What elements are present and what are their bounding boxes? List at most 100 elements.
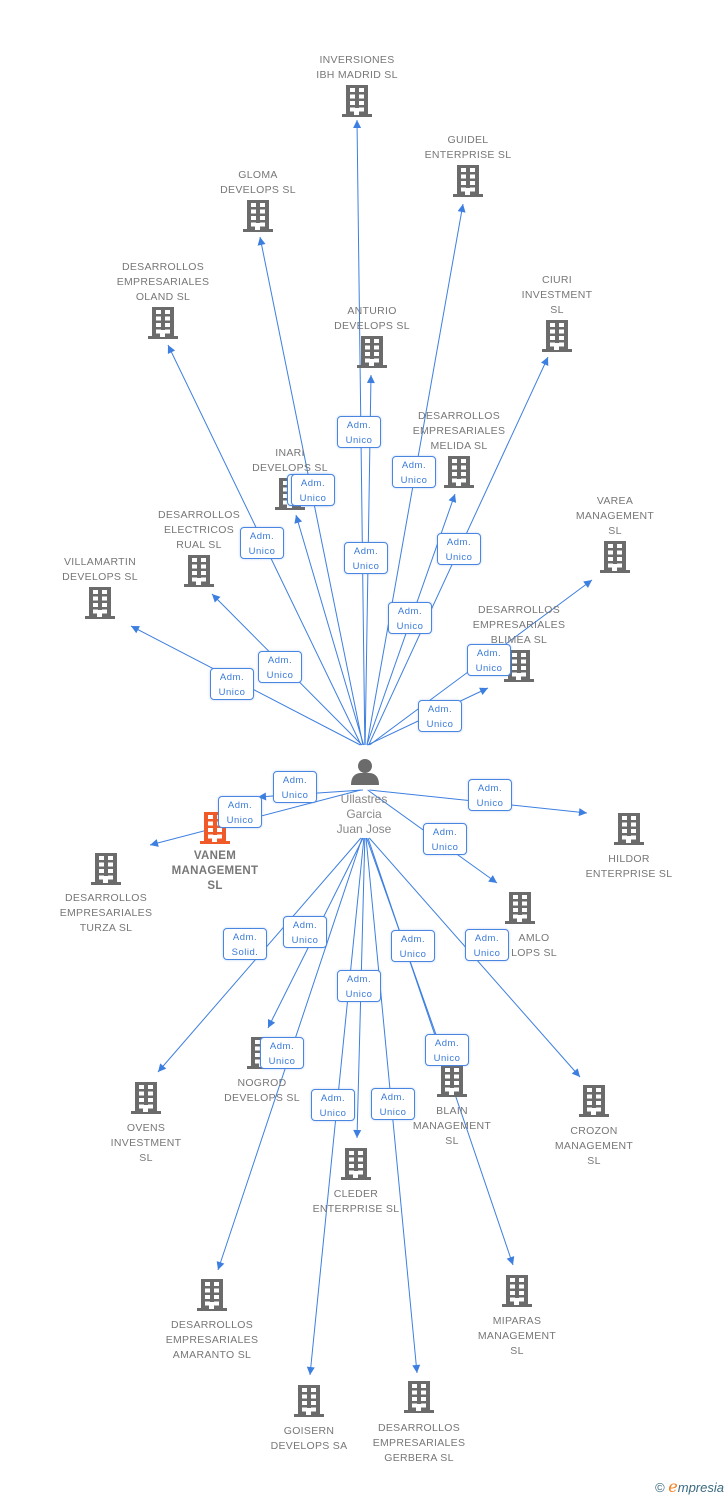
building-icon[interactable] — [600, 541, 630, 573]
role-badge[interactable]: Adm. Unico — [311, 1089, 355, 1121]
person-icon[interactable] — [351, 759, 379, 785]
role-badge[interactable]: Adm. Unico — [468, 779, 512, 811]
role-badge[interactable]: Adm. Unico — [423, 823, 467, 855]
role-badge[interactable]: Adm. Unico — [371, 1088, 415, 1120]
building-icon[interactable] — [502, 1275, 532, 1307]
company-label[interactable]: VANEM MANAGEMENT SL — [172, 849, 259, 894]
company-label[interactable]: DESARROLLOS ELECTRICOS RUAL SL — [158, 508, 240, 553]
role-badge[interactable]: Adm. Unico — [291, 474, 335, 506]
company-label[interactable]: ANTURIO DEVELOPS SL — [334, 304, 410, 334]
company-label[interactable]: DESARROLLOS EMPRESARIALES TURZA SL — [60, 891, 153, 936]
company-label[interactable]: GUIDEL ENTERPRISE SL — [425, 133, 512, 163]
building-icon[interactable] — [243, 200, 273, 232]
role-line: Unico — [345, 435, 373, 446]
company-label[interactable]: DESARROLLOS EMPRESARIALES MELIDA SL — [413, 409, 506, 454]
company-label[interactable]: CLEDER ENTERPRISE SL — [313, 1187, 400, 1217]
company-label[interactable]: DESARROLLOS EMPRESARIALES BLIMEA SL — [473, 603, 566, 648]
role-badge[interactable]: Adm. Unico — [283, 916, 327, 948]
role-badge[interactable]: Adm. Unico — [260, 1037, 304, 1069]
role-line: Unico — [426, 719, 454, 730]
company-label[interactable]: NOGROD DEVELOPS SL — [224, 1076, 300, 1106]
role-line: Solid. — [231, 947, 259, 958]
company-label-line: DEVELOPS SL — [334, 320, 410, 332]
role-line: Adm. — [427, 704, 453, 715]
role-badge[interactable]: Adm. Unico — [337, 416, 381, 448]
company-label[interactable]: INVERSIONES IBH MADRID SL — [316, 53, 398, 83]
role-line: Adm. — [474, 933, 500, 944]
role-badge[interactable]: Adm. Unico — [418, 700, 462, 732]
building-icon[interactable] — [437, 1065, 467, 1097]
company-label-line: GOISERN — [283, 1425, 335, 1437]
building-icon[interactable] — [404, 1381, 434, 1413]
role-line: Adm. — [446, 537, 472, 548]
company-label[interactable]: BLAIN MANAGEMENT SL — [413, 1104, 491, 1149]
role-badge[interactable]: Adm. Unico — [425, 1034, 469, 1066]
building-icon[interactable] — [342, 85, 372, 117]
building-icon[interactable] — [505, 892, 535, 924]
role-line: Adm. — [476, 648, 502, 659]
building-icon[interactable] — [197, 1279, 227, 1311]
company-label[interactable]: GLOMA DEVELOPS SL — [220, 168, 296, 198]
role-line: Adm. — [282, 775, 308, 786]
company-label[interactable]: DESARROLLOS EMPRESARIALES OLAND SL — [117, 260, 210, 305]
company-label[interactable]: OVENS INVESTMENT SL — [111, 1121, 182, 1166]
building-icon[interactable] — [341, 1148, 371, 1180]
role-line: Unico — [218, 687, 246, 698]
role-line: Unico — [248, 546, 276, 557]
building-icon[interactable] — [294, 1385, 324, 1417]
role-line: Unico — [281, 790, 309, 801]
role-line: Adm. — [353, 546, 379, 557]
company-label[interactable]: INARI DEVELOPS SL — [252, 446, 328, 476]
company-label[interactable]: HILDOR ENTERPRISE SL — [586, 852, 673, 882]
building-icon[interactable] — [91, 853, 121, 885]
role-badge[interactable]: Adm. Unico — [465, 929, 509, 961]
company-label-line: CROZON — [570, 1125, 618, 1137]
company-label-line: SL — [139, 1152, 153, 1164]
role-badge[interactable]: Adm. Unico — [392, 456, 436, 488]
center-person-label[interactable]: Ullastres Garcia Juan Jose — [337, 792, 392, 837]
company-label-line: AMARANTO SL — [172, 1349, 252, 1361]
company-label[interactable]: CROZON MANAGEMENT SL — [555, 1124, 633, 1169]
company-label[interactable]: VAREA MANAGEMENT SL — [576, 494, 654, 539]
role-badge[interactable]: Adm. Unico — [210, 668, 254, 700]
company-label[interactable]: DESARROLLOS EMPRESARIALES AMARANTO SL — [166, 1318, 259, 1363]
role-badge[interactable]: Adm. Unico — [388, 602, 432, 634]
company-label[interactable]: GOISERN DEVELOPS SA — [271, 1424, 348, 1454]
company-label[interactable]: VILLAMARTIN DEVELOPS SL — [62, 555, 138, 585]
arrow-head — [488, 875, 497, 883]
building-icon[interactable] — [579, 1085, 609, 1117]
building-icon[interactable] — [148, 307, 178, 339]
company-label[interactable]: MIPARAS MANAGEMENT SL — [478, 1314, 556, 1359]
role-badge[interactable]: Adm. Unico — [391, 930, 435, 962]
company-label-line: DESARROLLOS — [170, 1319, 254, 1331]
company-label-line: DEVELOPS SL — [62, 571, 138, 583]
role-badge[interactable]: Adm. Unico — [337, 970, 381, 1002]
company-label[interactable]: DESARROLLOS EMPRESARIALES GERBERA SL — [373, 1421, 466, 1466]
company-label-line: DESARROLLOS — [64, 892, 148, 904]
role-badge[interactable]: Adm. Unico — [437, 533, 481, 565]
role-badge[interactable]: Adm. Unico — [258, 651, 302, 683]
company-label-line: CIURI — [541, 274, 573, 286]
building-icon[interactable] — [85, 587, 115, 619]
building-icon[interactable] — [444, 456, 474, 488]
role-badge[interactable]: Adm. Unico — [240, 527, 284, 559]
building-icon[interactable] — [453, 165, 483, 197]
building-icon[interactable] — [184, 555, 214, 587]
role-badge[interactable]: Adm. Solid. — [223, 928, 267, 960]
role-badge[interactable]: Adm. Unico — [218, 796, 262, 828]
building-icon[interactable] — [614, 813, 644, 845]
company-label[interactable]: CIURI INVESTMENT SL — [522, 273, 593, 318]
company-label-line: EMPRESARIALES — [472, 619, 566, 631]
building-icon[interactable] — [357, 336, 387, 368]
building-icon[interactable] — [131, 1082, 161, 1114]
building-icon[interactable] — [542, 320, 572, 352]
role-badge[interactable]: Adm. Unico — [273, 771, 317, 803]
role-line: Adm. — [397, 606, 423, 617]
company-label-line: INVESTMENT — [110, 1137, 182, 1149]
role-badge[interactable]: Adm. Unico — [467, 644, 511, 676]
person-name-line: Ullastres — [340, 792, 388, 806]
company-label[interactable]: AMLO LOPS SL — [511, 931, 557, 961]
company-label-line: DEVELOPS SL — [220, 184, 296, 196]
role-line: Adm. — [267, 655, 293, 666]
role-badge[interactable]: Adm. Unico — [344, 542, 388, 574]
